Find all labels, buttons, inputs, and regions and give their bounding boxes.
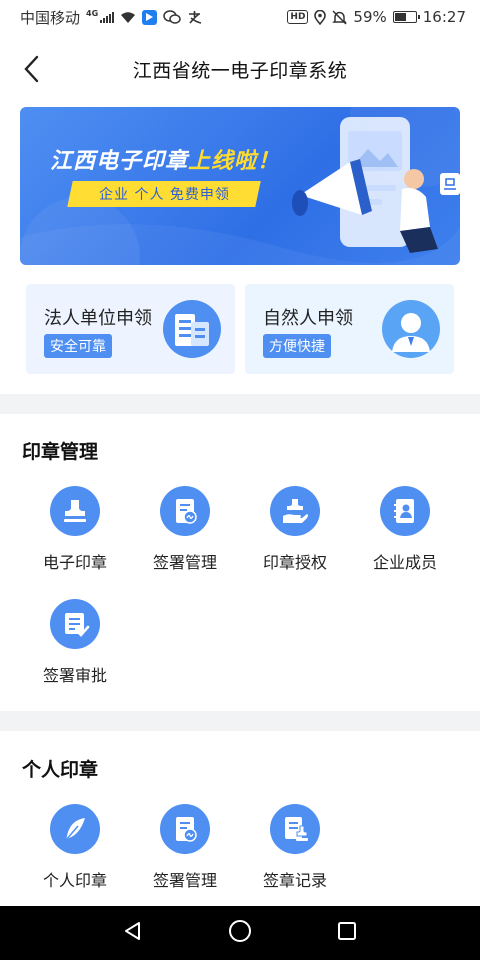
battery-level-fill (394, 13, 406, 21)
contacts-book-icon (380, 486, 430, 536)
status-left: 中国移动 4G (20, 7, 202, 28)
grid-item-enterprise-members[interactable]: 企业成员 (350, 486, 460, 586)
building-icon (163, 300, 221, 358)
navigation-bar: 江西省统一电子印章系统 (0, 34, 480, 104)
document-check-icon (50, 599, 100, 649)
grid-item-stamp-records[interactable]: 签章记录 (240, 804, 350, 904)
signal-icon (100, 11, 115, 23)
home-circle-icon[interactable] (228, 919, 252, 947)
location-icon (314, 9, 327, 25)
section-separator (0, 711, 480, 731)
back-button[interactable] (14, 52, 48, 86)
grid-item-label: 企业成员 (372, 553, 437, 572)
status-right: HD 59% 16:27 (287, 8, 466, 26)
apply-card-title: 法人单位申领 (44, 308, 152, 329)
grid-item-label: 签署审批 (42, 666, 107, 685)
blue-app-icon (142, 9, 158, 25)
page-title: 江西省统一电子印章系统 (132, 59, 348, 82)
grid-item-label: 印章授权 (262, 553, 327, 572)
grid-item-label: 签署管理 (152, 553, 217, 572)
clock-label: 16:27 (422, 8, 466, 26)
apply-cards: 法人单位申领 安全可靠 自然人申领 方便快捷 (26, 284, 454, 374)
status-bar: 中国移动 4G HD 59% 16:27 (0, 0, 480, 34)
hand-stamp-icon (270, 486, 320, 536)
document-sign-icon (160, 486, 210, 536)
grid-item-label: 个人印章 (42, 871, 107, 890)
banner-tagline: 企业 个人 免费申领 (67, 181, 261, 207)
grid-item-sign-management[interactable]: 签署管理 (130, 486, 240, 586)
feather-pen-icon (50, 804, 100, 854)
network-type-label: 4G (86, 8, 99, 18)
recents-square-icon[interactable] (336, 920, 358, 946)
hd-badge: HD (287, 10, 309, 24)
person-avatar-icon (382, 300, 440, 358)
banner-headline-highlight: 上线啦！ (188, 149, 281, 174)
banner-headline-prefix: 江西电子印章 (50, 149, 189, 174)
apply-card-badge: 安全可靠 (44, 334, 112, 358)
seal-management-title: 印章管理 (22, 441, 99, 463)
wechat-icon (163, 9, 181, 25)
banner-tagline-text: 企业 个人 免费申领 (98, 187, 230, 203)
grid-item-personal-seal[interactable]: 个人印章 (20, 804, 130, 904)
system-navigation-bar (0, 906, 480, 960)
grid-item-electronic-seal[interactable]: 电子印章 (20, 486, 130, 586)
legal-entity-apply-card[interactable]: 法人单位申领 安全可靠 (26, 284, 235, 374)
megaphone-illustration-icon (292, 117, 460, 253)
apply-card-badge: 方便快捷 (263, 334, 331, 358)
grid-item-label: 电子印章 (42, 553, 107, 572)
section-separator (0, 394, 480, 414)
alipay-icon (187, 10, 202, 25)
battery-percent-label: 59% (353, 8, 387, 26)
banner-headline: 江西电子印章上线啦！ (50, 143, 280, 175)
stamp-record-icon (270, 804, 320, 854)
wifi-icon (120, 11, 136, 24)
apply-card-title: 自然人申领 (263, 308, 353, 329)
promo-banner[interactable]: 江西电子印章上线啦！ 企业 个人 免费申领 (20, 107, 460, 265)
back-arrow-icon (24, 55, 39, 83)
natural-person-apply-card[interactable]: 自然人申领 方便快捷 (245, 284, 454, 374)
document-sign-icon (160, 804, 210, 854)
carrier-label: 中国移动 (20, 8, 81, 27)
personal-seal-title: 个人印章 (22, 759, 99, 781)
grid-item-label: 签署管理 (152, 871, 217, 890)
mute-icon (332, 9, 348, 25)
stamp-icon (50, 486, 100, 536)
battery-icon (392, 11, 420, 23)
grid-item-personal-sign-management[interactable]: 签署管理 (130, 804, 240, 904)
grid-item-seal-authorization[interactable]: 印章授权 (240, 486, 350, 586)
grid-item-label: 签章记录 (262, 871, 327, 890)
back-triangle-icon[interactable] (122, 920, 144, 946)
grid-item-sign-approval[interactable]: 签署审批 (20, 599, 130, 699)
